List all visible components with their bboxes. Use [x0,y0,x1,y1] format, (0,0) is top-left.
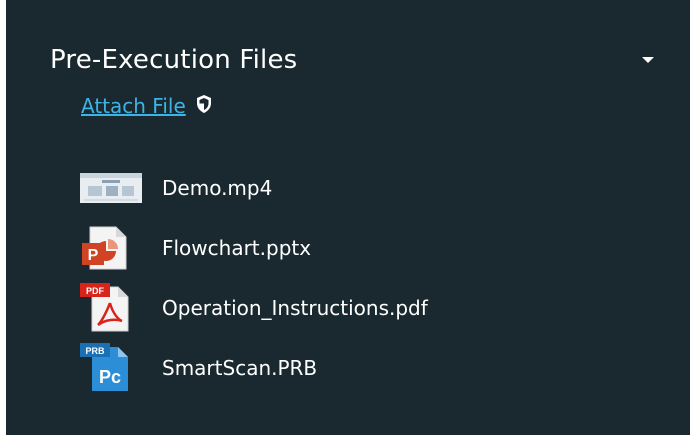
svg-text:P: P [88,247,99,264]
file-item-smartscan[interactable]: PRB Pc SmartScan.PRB [80,338,428,398]
file-list: Demo.mp4 P Flowchart.pptx PDF Operation_… [80,158,428,398]
powerpoint-file-icon: P [80,225,142,271]
file-name: Flowchart.pptx [162,236,312,260]
attach-file-link[interactable]: Attach File [81,94,186,118]
file-name: Demo.mp4 [162,176,273,200]
pdf-file-icon: PDF [80,283,142,332]
file-item-demo[interactable]: Demo.mp4 [80,158,428,218]
svg-text:PRB: PRB [85,346,105,356]
file-name: SmartScan.PRB [162,356,318,380]
pre-execution-files-panel: Pre-Execution Files Attach File Demo.mp4… [6,0,694,435]
file-name: Operation_Instructions.pdf [162,296,428,320]
svg-text:PDF: PDF [86,286,105,296]
prb-file-icon: PRB Pc [80,343,142,391]
chevron-down-icon[interactable] [642,57,654,63]
panel-divider [690,0,694,435]
shield-icon [194,94,214,118]
section-header: Pre-Execution Files [50,40,660,80]
video-thumbnail-icon [80,165,142,211]
file-item-operation-instructions[interactable]: PDF Operation_Instructions.pdf [80,278,428,338]
file-item-flowchart[interactable]: P Flowchart.pptx [80,218,428,278]
section-title: Pre-Execution Files [50,45,298,75]
attach-row: Attach File [81,94,214,118]
svg-text:Pc: Pc [99,367,121,387]
